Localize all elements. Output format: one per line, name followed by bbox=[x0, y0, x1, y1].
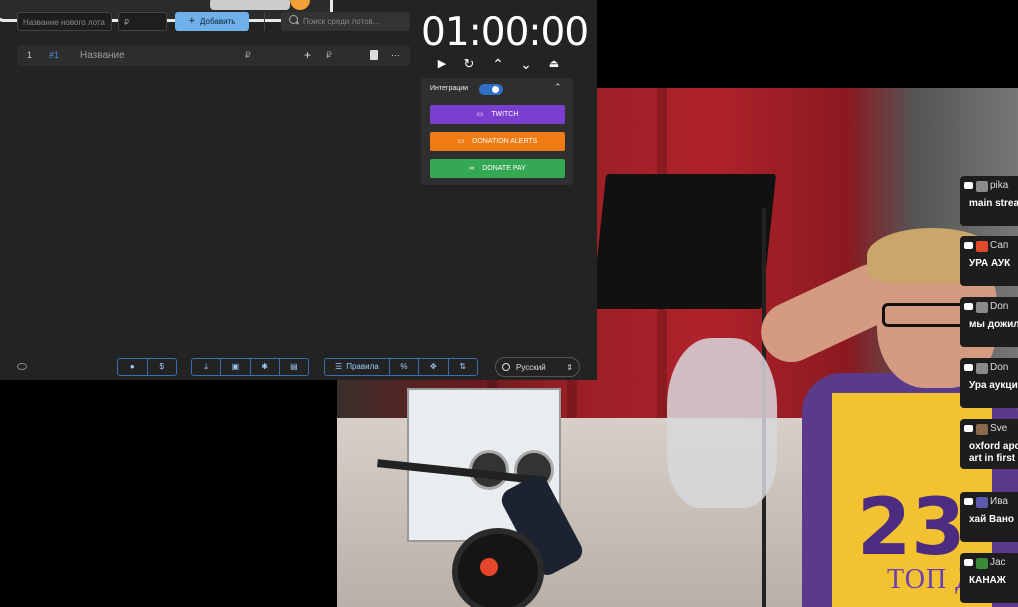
search-icon bbox=[289, 15, 298, 24]
divider bbox=[264, 12, 265, 31]
avatar bbox=[976, 497, 988, 508]
globe-icon bbox=[502, 363, 510, 371]
lot-index: 1 bbox=[27, 50, 33, 60]
chat-username: Don bbox=[990, 362, 1009, 373]
softbox-light bbox=[591, 174, 777, 309]
trash-icon[interactable] bbox=[370, 50, 378, 60]
chat-username: Jac bbox=[990, 557, 1006, 568]
timer-display: 01:00:00 bbox=[421, 10, 589, 55]
avatar bbox=[976, 302, 988, 313]
chat-message: Jac КАНАЖ bbox=[960, 553, 1018, 603]
chat-message: Sve oxford apo art in first bbox=[960, 419, 1018, 469]
integrations-title: Интеграции bbox=[430, 85, 469, 92]
sort-icon[interactable]: ⇅ bbox=[449, 359, 477, 375]
youtube-icon bbox=[964, 182, 973, 189]
donation-alerts-label: DONATION ALERTS bbox=[472, 138, 538, 145]
links-group: ● $ bbox=[117, 358, 177, 376]
auction-app: Название нового лота ₽ + Добавить Поиск с… bbox=[0, 0, 597, 380]
logo bbox=[210, 0, 290, 10]
headset bbox=[452, 528, 544, 607]
reset-icon[interactable]: ↻ bbox=[461, 56, 477, 72]
toggle-knob bbox=[492, 86, 499, 93]
plus-icon: + bbox=[188, 15, 196, 27]
rules-icon: ☰ bbox=[335, 362, 343, 371]
twitch-icon: ▭ bbox=[476, 111, 484, 118]
chat-text: хай Вано bbox=[969, 514, 1014, 525]
headset-led bbox=[480, 558, 498, 576]
chat-text: мы дожил bbox=[969, 319, 1018, 330]
youtube-icon bbox=[964, 559, 973, 566]
more-options-button[interactable]: ··· bbox=[391, 45, 400, 66]
chat-text: main strea bbox=[969, 198, 1018, 209]
chat-username: Sve bbox=[990, 423, 1008, 434]
lot-amount-input[interactable]: ₽ bbox=[245, 45, 251, 66]
lot-row: 1 #1 Название ₽ + ₽ ··· bbox=[17, 45, 410, 66]
percent-button[interactable]: % bbox=[390, 359, 420, 375]
integrations-toggle[interactable] bbox=[479, 84, 503, 95]
chevron-up-icon[interactable]: ⌃ bbox=[490, 56, 506, 72]
language-label: Русский bbox=[516, 363, 546, 372]
chevron-down-icon[interactable]: ⌄ bbox=[518, 56, 534, 72]
donate-pay-label: DONATE PAY bbox=[482, 165, 526, 172]
chat-message: Don Ура аукци bbox=[960, 358, 1018, 408]
jersey-number: 23 bbox=[857, 483, 966, 573]
github-icon[interactable]: ● bbox=[118, 359, 148, 375]
collapse-icon[interactable]: ⏏ bbox=[546, 56, 562, 72]
donate-pay-icon: ∞ bbox=[469, 165, 475, 172]
avatar bbox=[976, 363, 988, 374]
avatar bbox=[976, 558, 988, 569]
lot-add-amount-button[interactable]: + bbox=[304, 45, 311, 66]
youtube-icon bbox=[964, 425, 973, 432]
new-lot-price-input[interactable]: ₽ bbox=[118, 12, 167, 31]
eye-icon[interactable] bbox=[17, 363, 27, 370]
download-icon[interactable]: ⤓ bbox=[192, 359, 222, 375]
plastic-bag bbox=[667, 338, 777, 508]
rules-button[interactable]: ☰ Правила bbox=[325, 359, 390, 375]
youtube-icon bbox=[964, 498, 973, 505]
chat-username: pika bbox=[990, 180, 1009, 191]
chevron-updown-icon: ⇕ bbox=[566, 363, 573, 372]
chat-message: Сап УРА АУК bbox=[960, 236, 1018, 286]
twitch-label: TWITCH bbox=[491, 111, 519, 118]
chevron-up-icon[interactable]: ⌃ bbox=[554, 82, 562, 93]
play-icon[interactable]: ▶ bbox=[434, 56, 450, 72]
language-select[interactable]: Русский ⇕ bbox=[495, 357, 580, 377]
clear-icon[interactable]: ▤ bbox=[280, 359, 308, 375]
tools-group: ☰ Правила % ✥ ⇅ bbox=[324, 358, 478, 376]
donation-alerts-button[interactable]: ▭ DONATION ALERTS bbox=[430, 132, 565, 151]
youtube-icon bbox=[964, 303, 973, 310]
chat-username: Сап bbox=[990, 240, 1009, 251]
chat-username: Don bbox=[990, 301, 1009, 312]
donate-pay-button[interactable]: ∞ DONATE PAY bbox=[430, 159, 565, 178]
chat-message: Don мы дожил bbox=[960, 297, 1018, 347]
twitch-button[interactable]: ▭ TWITCH bbox=[430, 105, 565, 124]
save-icon[interactable]: ▣ bbox=[221, 359, 251, 375]
chat-message: pika main strea bbox=[960, 176, 1018, 226]
move-icon[interactable]: ✥ bbox=[419, 359, 449, 375]
lot-name-input[interactable]: Название bbox=[80, 45, 125, 66]
chat-text: oxford apo art in first bbox=[969, 441, 1018, 464]
rules-label: Правила bbox=[346, 362, 379, 371]
bug-icon[interactable]: ✱ bbox=[251, 359, 280, 375]
youtube-icon bbox=[964, 364, 973, 371]
avatar bbox=[976, 181, 988, 192]
donate-icon[interactable]: $ bbox=[148, 359, 177, 375]
lot-extra-input[interactable]: ₽ bbox=[326, 45, 332, 66]
chat-message: Ива хай Вано bbox=[960, 492, 1018, 542]
lot-id: #1 bbox=[49, 50, 60, 60]
data-group: ⤓ ▣ ✱ ▤ bbox=[191, 358, 309, 376]
new-lot-name-input[interactable]: Название нового лота bbox=[17, 12, 112, 31]
donation-alerts-icon: ▭ bbox=[457, 138, 465, 145]
chat-text: Ура аукци bbox=[969, 380, 1018, 391]
chat-username: Ива bbox=[990, 496, 1008, 507]
chat-text: УРА АУК bbox=[969, 258, 1011, 269]
avatar bbox=[976, 424, 988, 435]
add-lot-label: Добавить bbox=[200, 17, 236, 26]
youtube-icon bbox=[964, 242, 973, 249]
search-input[interactable]: Поиск среди лотов... bbox=[281, 12, 410, 31]
avatar bbox=[976, 241, 988, 252]
chat-text: КАНАЖ bbox=[969, 575, 1006, 586]
add-lot-button[interactable]: + Добавить bbox=[175, 12, 249, 31]
